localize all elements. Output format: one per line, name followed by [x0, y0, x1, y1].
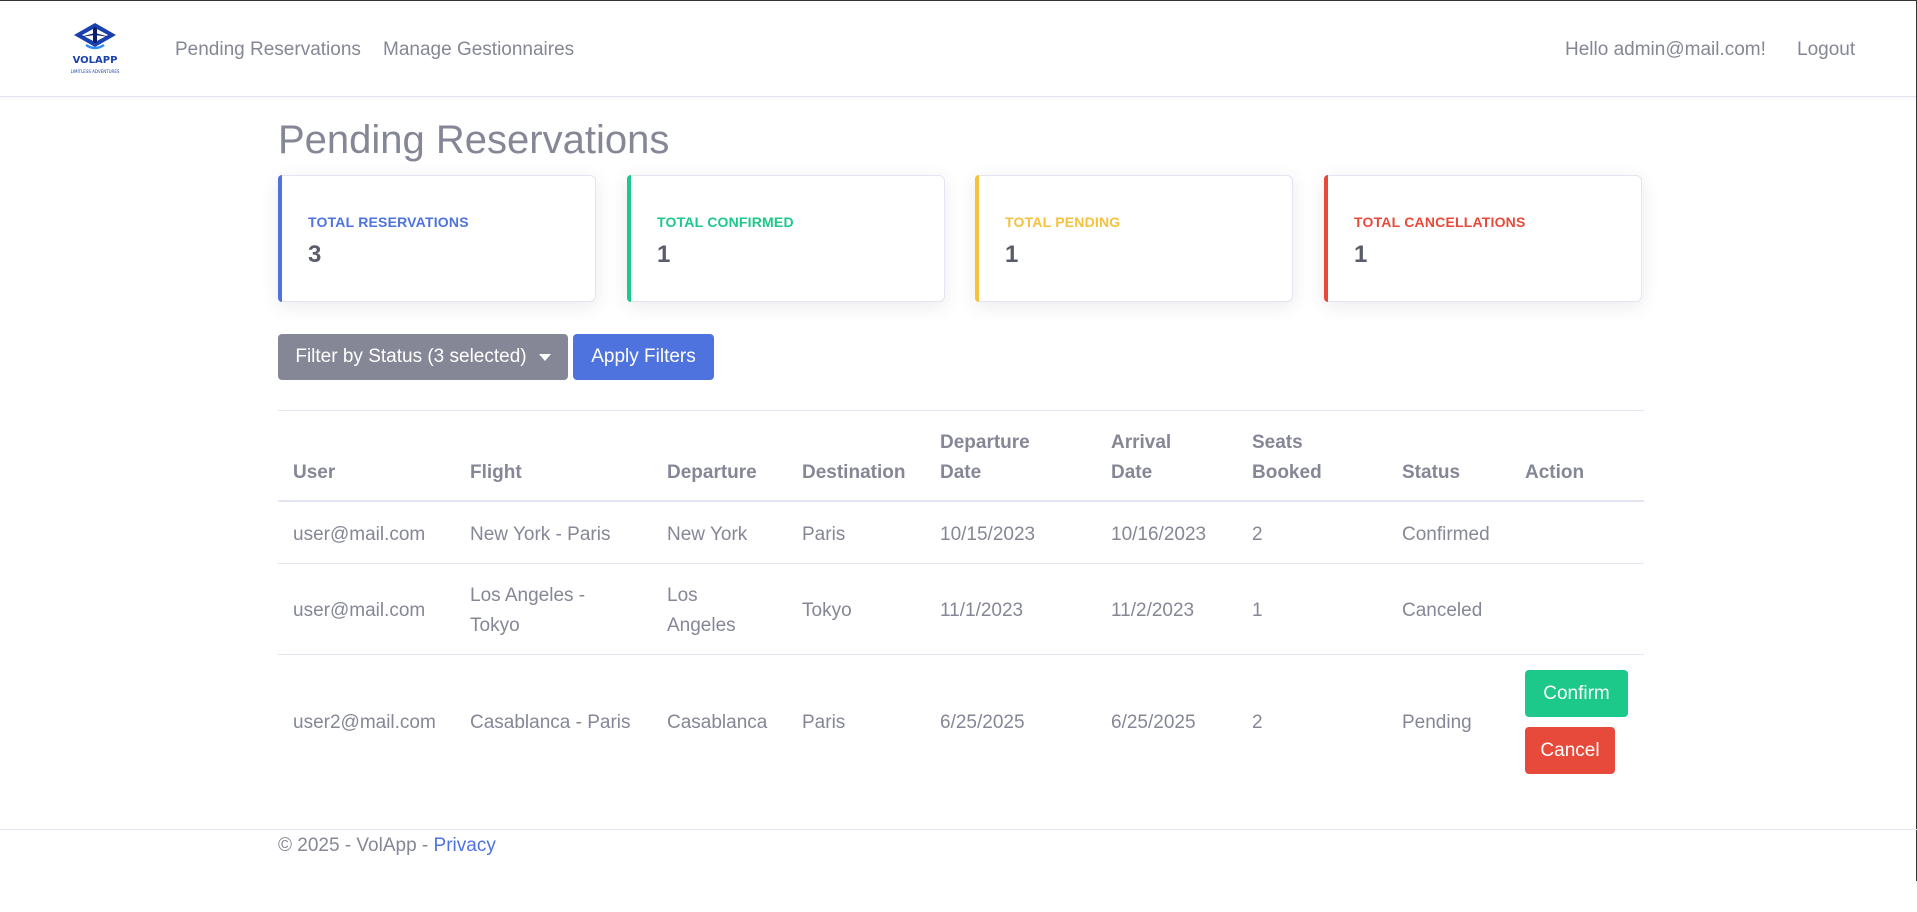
col-header-arrival-date: Arrival Date: [1111, 428, 1171, 488]
col-header-departure: Departure: [667, 462, 757, 483]
cancel-button[interactable]: Cancel: [1525, 727, 1615, 774]
cell-flight: Los Angeles - Tokyo: [470, 581, 585, 641]
col-header-line: Arrival: [1111, 432, 1172, 453]
cell-destination: Paris: [802, 524, 846, 545]
row-divider: [278, 654, 1644, 655]
stat-value: 3: [308, 241, 322, 268]
cell-departure: Los Angeles: [667, 581, 736, 641]
footer: © 2025 - VolApp - Privacy: [278, 835, 496, 857]
cell-departure: Casablanca: [667, 712, 768, 733]
cell-status: Confirmed: [1402, 524, 1490, 545]
cell-user: user2@mail.com: [293, 712, 436, 733]
col-header-line: Date: [940, 462, 982, 483]
col-header-user: User: [293, 462, 336, 483]
table-header-border: [278, 500, 1644, 502]
col-header-line: Seats: [1252, 432, 1303, 453]
volapp-logo[interactable]: VOLAPP LIMITLESS ADVENTURES: [58, 21, 132, 77]
cell-arrival-date: 10/16/2023: [1111, 524, 1207, 545]
cell-flight: Casablanca - Paris: [470, 712, 631, 733]
caret-down-icon: [538, 353, 551, 361]
col-header-line: Departure: [940, 432, 1030, 453]
row-divider: [278, 563, 1644, 564]
col-header-line: Booked: [1252, 462, 1322, 483]
page-title: Pending Reservations: [278, 118, 670, 162]
stat-card-total-confirmed: TOTAL CONFIRMED 1: [627, 175, 945, 302]
privacy-link[interactable]: Privacy: [434, 835, 496, 856]
cell-arrival-date: 6/25/2025: [1111, 712, 1196, 733]
stat-card-total-pending: TOTAL PENDING 1: [975, 175, 1293, 302]
section-divider: [278, 410, 1644, 411]
col-header-status: Status: [1402, 462, 1461, 483]
cell-departure: New York: [667, 524, 748, 545]
footer-copyright: © 2025 - VolApp -: [278, 835, 434, 856]
nav-manage-gestionnaires[interactable]: Manage Gestionnaires: [383, 39, 574, 61]
stat-value: 1: [657, 241, 671, 268]
cell-destination: Paris: [802, 712, 846, 733]
stat-card-accent: [1324, 175, 1328, 302]
status-filter-dropdown[interactable]: Filter by Status (3 selected): [278, 334, 568, 380]
cell-user: user@mail.com: [293, 524, 426, 545]
cell-line: Tokyo: [470, 615, 520, 636]
col-header-flight: Flight: [470, 462, 522, 483]
col-header-seats-booked: Seats Booked: [1252, 428, 1322, 488]
cell-departure-date: 10/15/2023: [940, 524, 1036, 545]
stat-card-accent: [627, 175, 631, 302]
cell-line: Los Angeles -: [470, 585, 586, 606]
stat-label: TOTAL PENDING: [1005, 214, 1121, 230]
cell-line: Los: [667, 585, 698, 606]
cell-status: Pending: [1402, 712, 1472, 733]
cell-flight: New York - Paris: [470, 524, 611, 545]
stat-value: 1: [1354, 241, 1368, 268]
apply-filters-button[interactable]: Apply Filters: [573, 334, 714, 380]
nav-pending-reservations[interactable]: Pending Reservations: [175, 39, 361, 61]
navbar: VOLAPP LIMITLESS ADVENTURES Pending Rese…: [0, 1, 1917, 97]
col-header-line: Date: [1111, 462, 1153, 483]
cell-seats: 1: [1252, 600, 1263, 621]
stat-card-total-cancellations: TOTAL CANCELLATIONS 1: [1324, 175, 1642, 302]
cell-user: user@mail.com: [293, 600, 426, 621]
svg-text:LIMITLESS ADVENTURES: LIMITLESS ADVENTURES: [71, 69, 120, 74]
stat-label: TOTAL RESERVATIONS: [308, 214, 469, 230]
status-filter-label: Filter by Status (3 selected): [295, 346, 527, 367]
col-header-departure-date: Departure Date: [940, 428, 1030, 488]
cell-status: Canceled: [1402, 600, 1483, 621]
stat-card-total-reservations: TOTAL RESERVATIONS 3: [278, 175, 596, 302]
cell-arrival-date: 11/2/2023: [1111, 600, 1195, 621]
col-header-destination: Destination: [802, 462, 906, 483]
confirm-button[interactable]: Confirm: [1525, 670, 1628, 717]
logout-link[interactable]: Logout: [1797, 39, 1855, 61]
svg-text:VOLAPP: VOLAPP: [73, 55, 118, 66]
stat-value: 1: [1005, 241, 1019, 268]
stat-label: TOTAL CONFIRMED: [657, 214, 794, 230]
cell-destination: Tokyo: [802, 600, 852, 621]
user-greeting[interactable]: Hello admin@mail.com!: [1565, 39, 1766, 61]
stat-label: TOTAL CANCELLATIONS: [1354, 214, 1526, 230]
stat-card-accent: [278, 175, 282, 302]
cell-seats: 2: [1252, 524, 1263, 545]
cell-line: Angeles: [667, 615, 736, 636]
footer-divider: [0, 829, 1917, 830]
stat-card-accent: [975, 175, 979, 302]
col-header-action: Action: [1525, 462, 1585, 483]
cell-departure-date: 11/1/2023: [940, 600, 1024, 621]
cell-seats: 2: [1252, 712, 1263, 733]
cell-departure-date: 6/25/2025: [940, 712, 1025, 733]
